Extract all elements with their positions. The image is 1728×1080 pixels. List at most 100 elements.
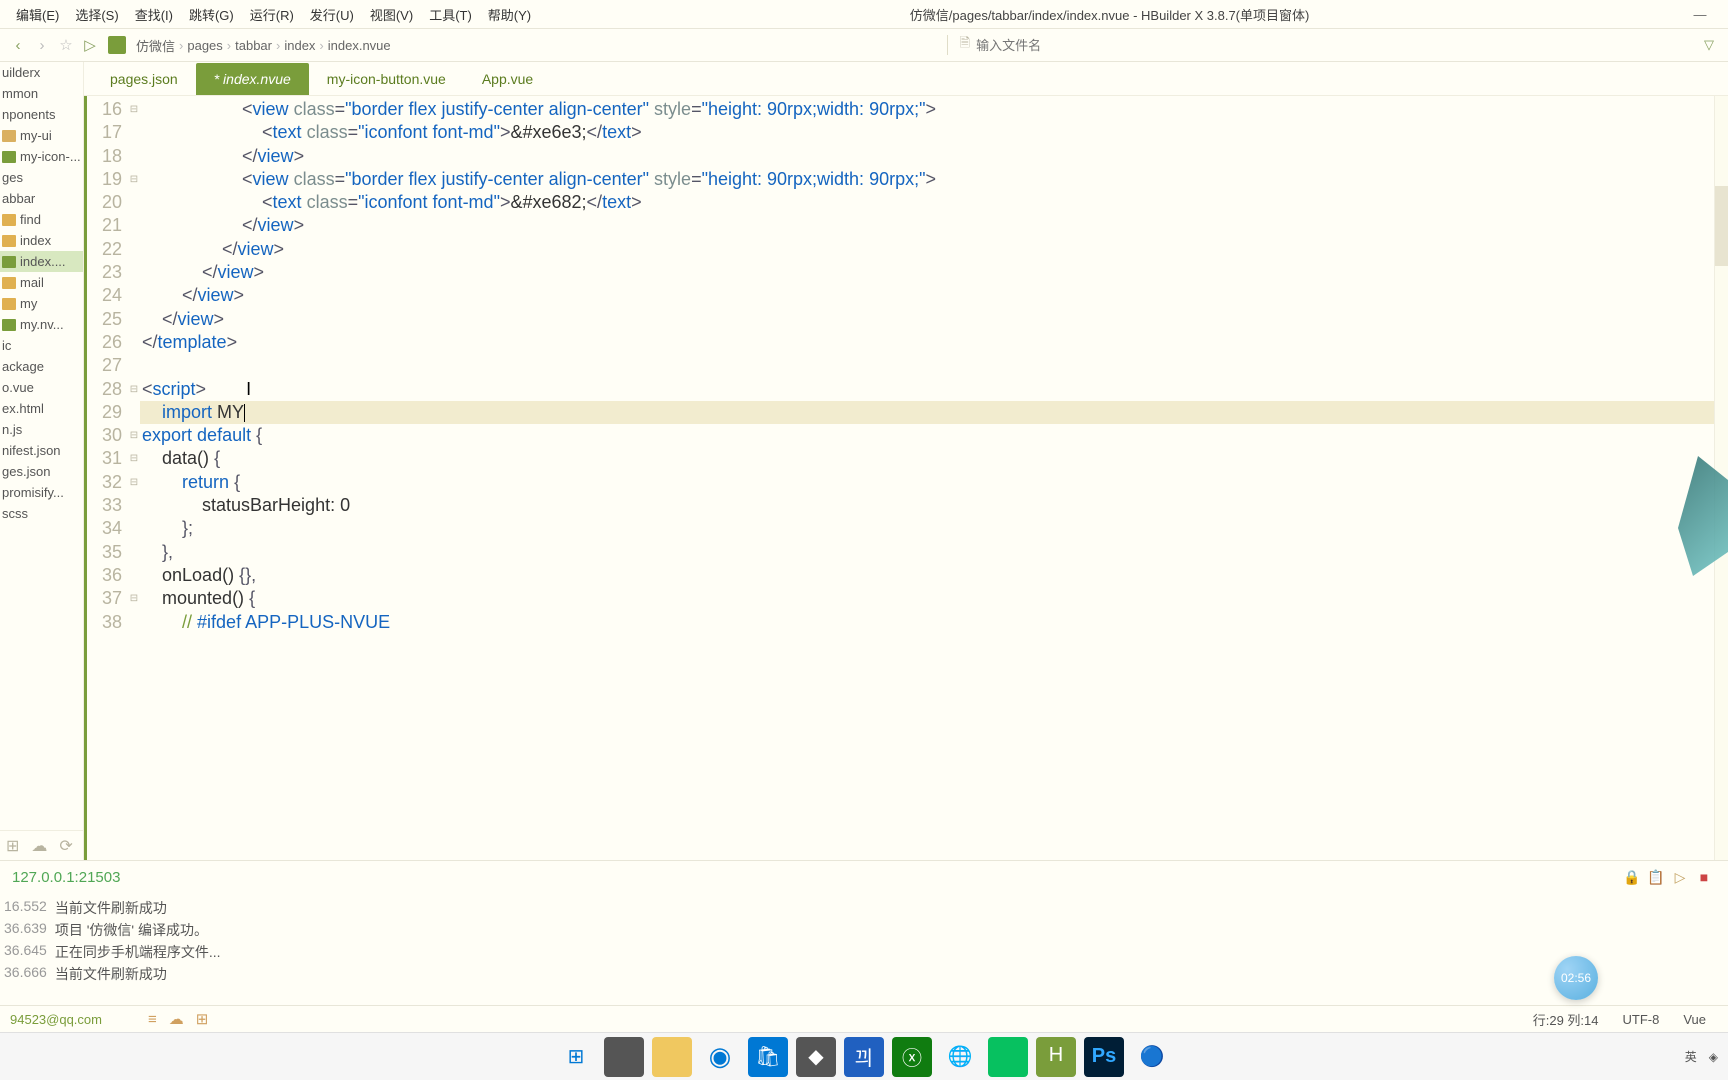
breadcrumb-segment[interactable]: pages — [183, 38, 226, 53]
tree-item-label: ges — [2, 170, 23, 185]
app-icon[interactable]: ◆ — [796, 1037, 836, 1077]
menu-tools[interactable]: 工具(T) — [421, 1, 480, 28]
tree-item[interactable]: uilderx — [0, 62, 83, 83]
tree-item[interactable]: n.js — [0, 419, 83, 440]
tree-item-label: scss — [2, 506, 28, 521]
code-editor[interactable]: 1617181920212223242526272829303132333435… — [84, 96, 1728, 860]
console-line: 36.666当前文件刷新成功 — [4, 963, 1724, 985]
tab-app-vue[interactable]: App.vue — [464, 63, 551, 95]
file-icon — [2, 256, 16, 268]
tree-item[interactable]: nponents — [0, 104, 83, 125]
language-mode[interactable]: Vue — [1671, 1012, 1718, 1027]
breadcrumb-segment[interactable]: 仿微信 — [132, 36, 179, 55]
console-output[interactable]: 16.552当前文件刷新成功36.639项目 '仿微信' 编译成功。36.645… — [0, 893, 1728, 1005]
editor-tabs: pages.json * index.nvue my-icon-button.v… — [84, 62, 1728, 96]
menu-help[interactable]: 帮助(Y) — [480, 1, 539, 28]
nav-forward-icon[interactable]: › — [30, 37, 54, 54]
cursor-position[interactable]: 行:29 列:14 — [1521, 1010, 1611, 1029]
console-line: 36.645正在同步手机端程序文件... — [4, 941, 1724, 963]
tree-item[interactable]: o.vue — [0, 377, 83, 398]
tree-item[interactable]: index.... — [0, 251, 83, 272]
sidebar-cloud-icon[interactable]: ☁ — [31, 836, 47, 856]
tree-item[interactable]: promisify... — [0, 482, 83, 503]
tree-item[interactable]: index — [0, 230, 83, 251]
tree-item-label: abbar — [2, 191, 35, 206]
menu-view[interactable]: 视图(V) — [362, 1, 421, 28]
status-bar: 94523@qq.com ≡ ☁ ⊞ 行:29 列:14 UTF-8 Vue — [0, 1005, 1728, 1032]
xbox-icon[interactable]: ⓧ — [892, 1037, 932, 1077]
tree-item-label: nponents — [2, 107, 56, 122]
favorite-icon[interactable]: ☆ — [54, 36, 78, 54]
user-email[interactable]: 94523@qq.com — [10, 1012, 102, 1027]
breadcrumb-segment[interactable]: index — [280, 38, 319, 53]
edge-icon[interactable]: ◉ — [700, 1037, 740, 1077]
editor-area: pages.json * index.nvue my-icon-button.v… — [84, 62, 1728, 860]
console-lock-icon[interactable]: 🔒 — [1620, 869, 1644, 886]
tree-item[interactable]: mmon — [0, 83, 83, 104]
tree-item[interactable]: ges — [0, 167, 83, 188]
menu-goto[interactable]: 跳转(G) — [181, 1, 242, 28]
tree-item[interactable]: nifest.json — [0, 440, 83, 461]
app-icon[interactable]: 끠 — [844, 1037, 884, 1077]
tree-item[interactable]: ic — [0, 335, 83, 356]
tree-item-label: mail — [20, 275, 44, 290]
menu-publish[interactable]: 发行(U) — [302, 1, 362, 28]
filter-icon[interactable]: ▽ — [1696, 37, 1722, 53]
breadcrumb-segment[interactable]: tabbar — [231, 38, 276, 53]
clock-badge[interactable]: 02:56 — [1554, 956, 1598, 1000]
app-icon[interactable]: 🔵 — [1132, 1037, 1172, 1077]
menu-run[interactable]: 运行(R) — [242, 1, 302, 28]
file-search-input[interactable] — [976, 38, 1156, 53]
menu-select[interactable]: 选择(S) — [67, 1, 126, 28]
store-icon[interactable]: 🛍 — [748, 1037, 788, 1077]
console-address[interactable]: 127.0.0.1:21503 — [12, 869, 120, 886]
start-button[interactable]: ⊞ — [556, 1037, 596, 1077]
console-copy-icon[interactable]: 📋 — [1644, 869, 1668, 886]
tree-item[interactable]: ex.html — [0, 398, 83, 419]
photoshop-icon[interactable]: Ps — [1084, 1037, 1124, 1077]
run-icon[interactable]: ▷ — [78, 36, 102, 54]
tree-item[interactable]: ackage — [0, 356, 83, 377]
console-play-icon[interactable]: ▷ — [1668, 869, 1692, 886]
tree-item[interactable]: ges.json — [0, 461, 83, 482]
file-icon — [2, 151, 16, 163]
code-content[interactable]: <view class="border flex justify-center … — [140, 96, 1714, 860]
status-list-icon[interactable]: ≡ — [142, 1011, 163, 1028]
minimize-button[interactable]: — — [1680, 7, 1720, 22]
tree-item[interactable]: my — [0, 293, 83, 314]
file-icon — [2, 277, 16, 289]
sidebar-refresh-icon[interactable]: ⟳ — [59, 836, 72, 856]
windows-taskbar[interactable]: ⊞ ◉ 🛍 ◆ 끠 ⓧ 🌐 H Ps 🔵 英 ◈ — [0, 1032, 1728, 1080]
menu-edit[interactable]: 编辑(E) — [8, 1, 67, 28]
file-explorer-sidebar: uilderx mmon nponents my-uimy-icon-... ges ab… — [0, 62, 84, 860]
explorer-icon[interactable] — [652, 1037, 692, 1077]
breadcrumb-segment[interactable]: index.nvue — [324, 38, 395, 53]
tree-item[interactable]: scss — [0, 503, 83, 524]
tree-item[interactable]: mail — [0, 272, 83, 293]
status-cloud-icon[interactable]: ☁ — [163, 1010, 190, 1028]
wechat-icon[interactable] — [988, 1037, 1028, 1077]
tab-pages-json[interactable]: pages.json — [92, 63, 196, 95]
tree-item-label: o.vue — [2, 380, 34, 395]
tray-ime[interactable]: 英 — [1685, 1048, 1697, 1065]
fold-gutter[interactable]: ⊟⊟⊟⊟⊟⊟⊟ — [128, 96, 140, 860]
status-grid-icon[interactable]: ⊞ — [190, 1010, 215, 1028]
tray-network-icon[interactable]: ◈ — [1709, 1050, 1718, 1064]
chrome-icon[interactable]: 🌐 — [940, 1037, 980, 1077]
tree-item[interactable]: my-icon-... — [0, 146, 83, 167]
encoding[interactable]: UTF-8 — [1611, 1012, 1672, 1027]
tree-item[interactable]: find — [0, 209, 83, 230]
tree-item[interactable]: abbar — [0, 188, 83, 209]
menu-find[interactable]: 查找(I) — [127, 1, 181, 28]
nav-back-icon[interactable]: ‹ — [6, 37, 30, 54]
sidebar-grid-icon[interactable]: ⊞ — [6, 836, 19, 856]
task-view-icon[interactable] — [604, 1037, 644, 1077]
tab-my-icon-button[interactable]: my-icon-button.vue — [309, 63, 464, 95]
console-stop-icon[interactable]: ■ — [1692, 869, 1716, 885]
tree-item[interactable]: my.nv... — [0, 314, 83, 335]
tree-item-label: ic — [2, 338, 11, 353]
tree-item-label: mmon — [2, 86, 38, 101]
tab-index-nvue[interactable]: * index.nvue — [196, 63, 309, 95]
hbuilder-icon[interactable]: H — [1036, 1037, 1076, 1077]
tree-item[interactable]: my-ui — [0, 125, 83, 146]
